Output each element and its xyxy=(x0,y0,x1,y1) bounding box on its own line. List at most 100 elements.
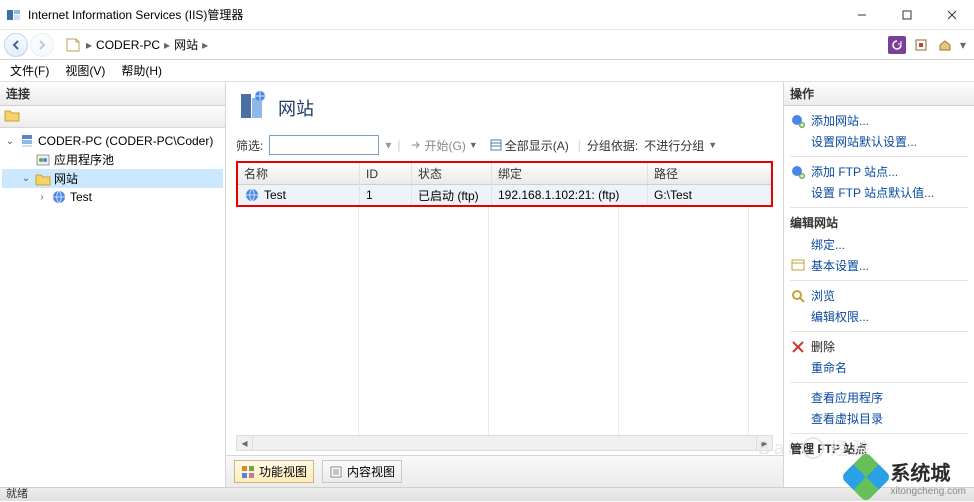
filter-toolbar: 筛选: ▾ | 开始(G) ▼ 全部显示(A) | 分组依据: 不进行分组 ▼ xyxy=(226,131,783,161)
tab-label: 内容视图 xyxy=(347,463,395,480)
status-text: 就绪 xyxy=(6,488,28,500)
close-button[interactable] xyxy=(929,0,974,29)
go-icon xyxy=(410,139,422,151)
tree-sites-node[interactable]: ⌄ 网站 xyxy=(2,169,223,188)
globe-icon xyxy=(51,189,67,205)
window-controls xyxy=(839,0,974,29)
nav-help-dropdown[interactable]: ▾ xyxy=(960,38,966,52)
action-add-website[interactable]: 添加网站... xyxy=(790,110,968,131)
menubar: 文件(F) 视图(V) 帮助(H) xyxy=(0,60,974,82)
expand-icon[interactable]: › xyxy=(36,192,48,203)
folder-icon[interactable] xyxy=(4,108,20,125)
server-icon xyxy=(19,133,35,149)
scroll-left-icon[interactable]: ◂ xyxy=(237,436,253,450)
iis-app-icon xyxy=(4,7,24,23)
tree-site-test-node[interactable]: › Test xyxy=(2,188,223,206)
menu-file[interactable]: 文件(F) xyxy=(10,62,49,79)
separator: | xyxy=(397,138,400,152)
breadcrumb[interactable]: ▸ CODER-PC ▸ 网站 ▸ xyxy=(86,36,888,53)
nav-forward-button[interactable] xyxy=(30,33,54,57)
group-value: 不进行分组 xyxy=(644,137,704,154)
action-view-vdirs[interactable]: 查看虚拟目录 xyxy=(790,408,968,429)
collapse-icon[interactable]: ⌄ xyxy=(4,136,16,147)
action-basic-settings[interactable]: 基本设置... xyxy=(790,255,968,276)
table-empty-area xyxy=(236,207,773,435)
content-icon xyxy=(329,465,343,479)
connections-panel: 连接 ⌄ CODER-PC (CODER-PC\Coder) 应用程序池 ⌄ 网… xyxy=(0,82,226,487)
action-label: 设置网站默认设置... xyxy=(811,133,917,150)
tree-label: CODER-PC (CODER-PC\Coder) xyxy=(38,134,213,148)
start-label: 开始(G) xyxy=(425,137,466,154)
cell-id: 1 xyxy=(360,185,412,205)
tree-apppools-node[interactable]: 应用程序池 xyxy=(2,150,223,169)
cell-path: G:\Test xyxy=(648,185,771,205)
filter-label: 筛选: xyxy=(236,137,263,154)
tab-content-view[interactable]: 内容视图 xyxy=(322,460,402,483)
menu-view[interactable]: 视图(V) xyxy=(65,62,105,79)
crumb-sep-icon: ▸ xyxy=(164,38,170,52)
action-label: 删除 xyxy=(811,338,835,355)
page-title: 网站 xyxy=(278,95,314,121)
action-label: 编辑权限... xyxy=(811,308,869,325)
content-panel: 网站 筛选: ▾ | 开始(G) ▼ 全部显示(A) | 分组依据: 不进行分组… xyxy=(226,82,784,487)
th-binding[interactable]: 绑定 xyxy=(492,163,648,184)
action-edit-permissions[interactable]: 编辑权限... xyxy=(790,306,968,327)
connections-panel-title: 连接 xyxy=(0,82,225,106)
action-set-site-defaults[interactable]: 设置网站默认设置... xyxy=(790,131,968,152)
tree-server-node[interactable]: ⌄ CODER-PC (CODER-PC\Coder) xyxy=(2,132,223,150)
view-tabs: 功能视图 内容视图 xyxy=(226,455,783,487)
minimize-button[interactable] xyxy=(839,0,884,29)
action-browse[interactable]: 浏览 xyxy=(790,285,968,306)
horizontal-scrollbar[interactable]: ◂ ▸ xyxy=(236,435,773,451)
th-id[interactable]: ID xyxy=(360,163,412,184)
separator: | xyxy=(578,138,581,152)
group-manage-ftp: 管理 FTP 站点 xyxy=(790,440,968,457)
features-icon xyxy=(241,465,255,479)
nav-refresh-icon[interactable] xyxy=(888,36,906,54)
action-rename[interactable]: 重命名 xyxy=(790,357,968,378)
apppool-icon xyxy=(35,152,51,168)
group-select[interactable]: 不进行分组 ▼ xyxy=(644,137,717,154)
crumb-sep-icon: ▸ xyxy=(202,38,208,52)
collapse-icon[interactable]: ⌄ xyxy=(20,173,32,184)
cell-name: Test xyxy=(264,188,286,202)
filter-input[interactable] xyxy=(269,135,379,155)
th-path[interactable]: 路径 xyxy=(648,163,771,184)
nav-back-button[interactable] xyxy=(4,33,28,57)
action-set-ftp-defaults[interactable]: 设置 FTP 站点默认值... xyxy=(790,182,968,203)
nav-home-icon[interactable] xyxy=(936,36,954,54)
connections-tree[interactable]: ⌄ CODER-PC (CODER-PC\Coder) 应用程序池 ⌄ 网站 ›… xyxy=(0,128,225,210)
statusbar: 就绪 xyxy=(0,487,974,501)
action-bindings[interactable]: 绑定... xyxy=(790,234,968,255)
action-add-ftp-site[interactable]: 添加 FTP 站点... xyxy=(790,161,968,182)
connections-toolbar xyxy=(0,106,225,128)
globe-add-icon xyxy=(790,113,806,129)
action-view-apps[interactable]: 查看应用程序 xyxy=(790,387,968,408)
maximize-button[interactable] xyxy=(884,0,929,29)
table-row[interactable]: Test 1 已启动 (ftp) 192.168.1.102:21: (ftp)… xyxy=(238,185,771,205)
cell-binding: 192.168.1.102:21: (ftp) xyxy=(492,185,648,205)
scroll-right-icon[interactable]: ▸ xyxy=(756,436,772,450)
action-label: 绑定... xyxy=(811,236,845,253)
nav-stop-icon[interactable] xyxy=(912,36,930,54)
action-delete[interactable]: 删除 xyxy=(790,336,968,357)
sites-icon xyxy=(236,90,268,125)
th-name[interactable]: 名称 xyxy=(238,163,360,184)
th-status[interactable]: 状态 xyxy=(412,163,492,184)
titlebar: Internet Information Services (IIS)管理器 xyxy=(0,0,974,30)
action-label: 添加网站... xyxy=(811,112,869,129)
action-label: 浏览 xyxy=(811,287,835,304)
settings-icon xyxy=(790,258,806,274)
window-title: Internet Information Services (IIS)管理器 xyxy=(28,6,839,23)
action-label: 添加 FTP 站点... xyxy=(811,163,898,180)
showall-button[interactable]: 全部显示(A) xyxy=(487,136,572,155)
start-button[interactable]: 开始(G) ▼ xyxy=(407,136,481,155)
crumb-server[interactable]: CODER-PC xyxy=(96,38,160,52)
globe-icon xyxy=(244,187,260,203)
crumb-sites[interactable]: 网站 xyxy=(174,36,198,53)
group-edit-site: 编辑网站 xyxy=(790,214,968,231)
menu-help[interactable]: 帮助(H) xyxy=(121,62,162,79)
tab-label: 功能视图 xyxy=(259,463,307,480)
tab-features-view[interactable]: 功能视图 xyxy=(234,460,314,483)
action-label: 查看应用程序 xyxy=(811,389,883,406)
